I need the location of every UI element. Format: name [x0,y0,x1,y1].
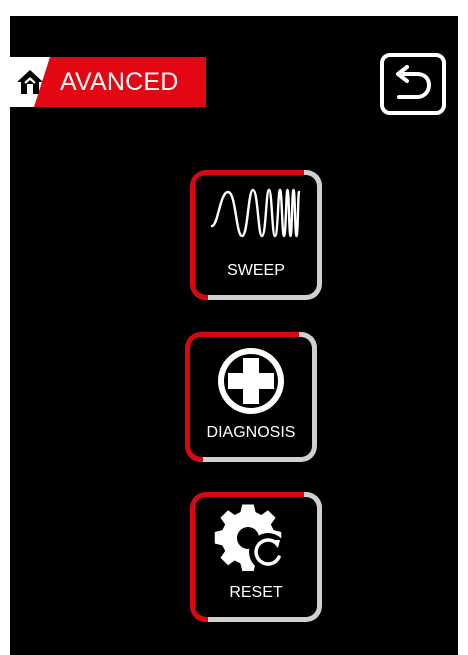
gear-reset-icon [190,502,322,572]
diagnosis-label: DIAGNOSIS [206,424,296,441]
sweep-button[interactable]: SWEEP [190,170,322,300]
page-title: AVANCED [60,68,179,96]
sweep-label: SWEEP [227,262,285,279]
medical-cross-icon [185,344,317,414]
back-button[interactable] [380,53,446,115]
screen: AVANCED SWEEP DIAGNOSIS RESET [10,16,458,655]
reset-label: RESET [229,584,283,601]
sine-sweep-icon [190,184,322,254]
reset-button[interactable]: RESET [190,492,322,622]
undo-arrow-icon [396,65,431,99]
diagnosis-button[interactable]: DIAGNOSIS [185,332,317,462]
header-banner: AVANCED [10,57,206,107]
home-icon[interactable] [16,68,44,96]
